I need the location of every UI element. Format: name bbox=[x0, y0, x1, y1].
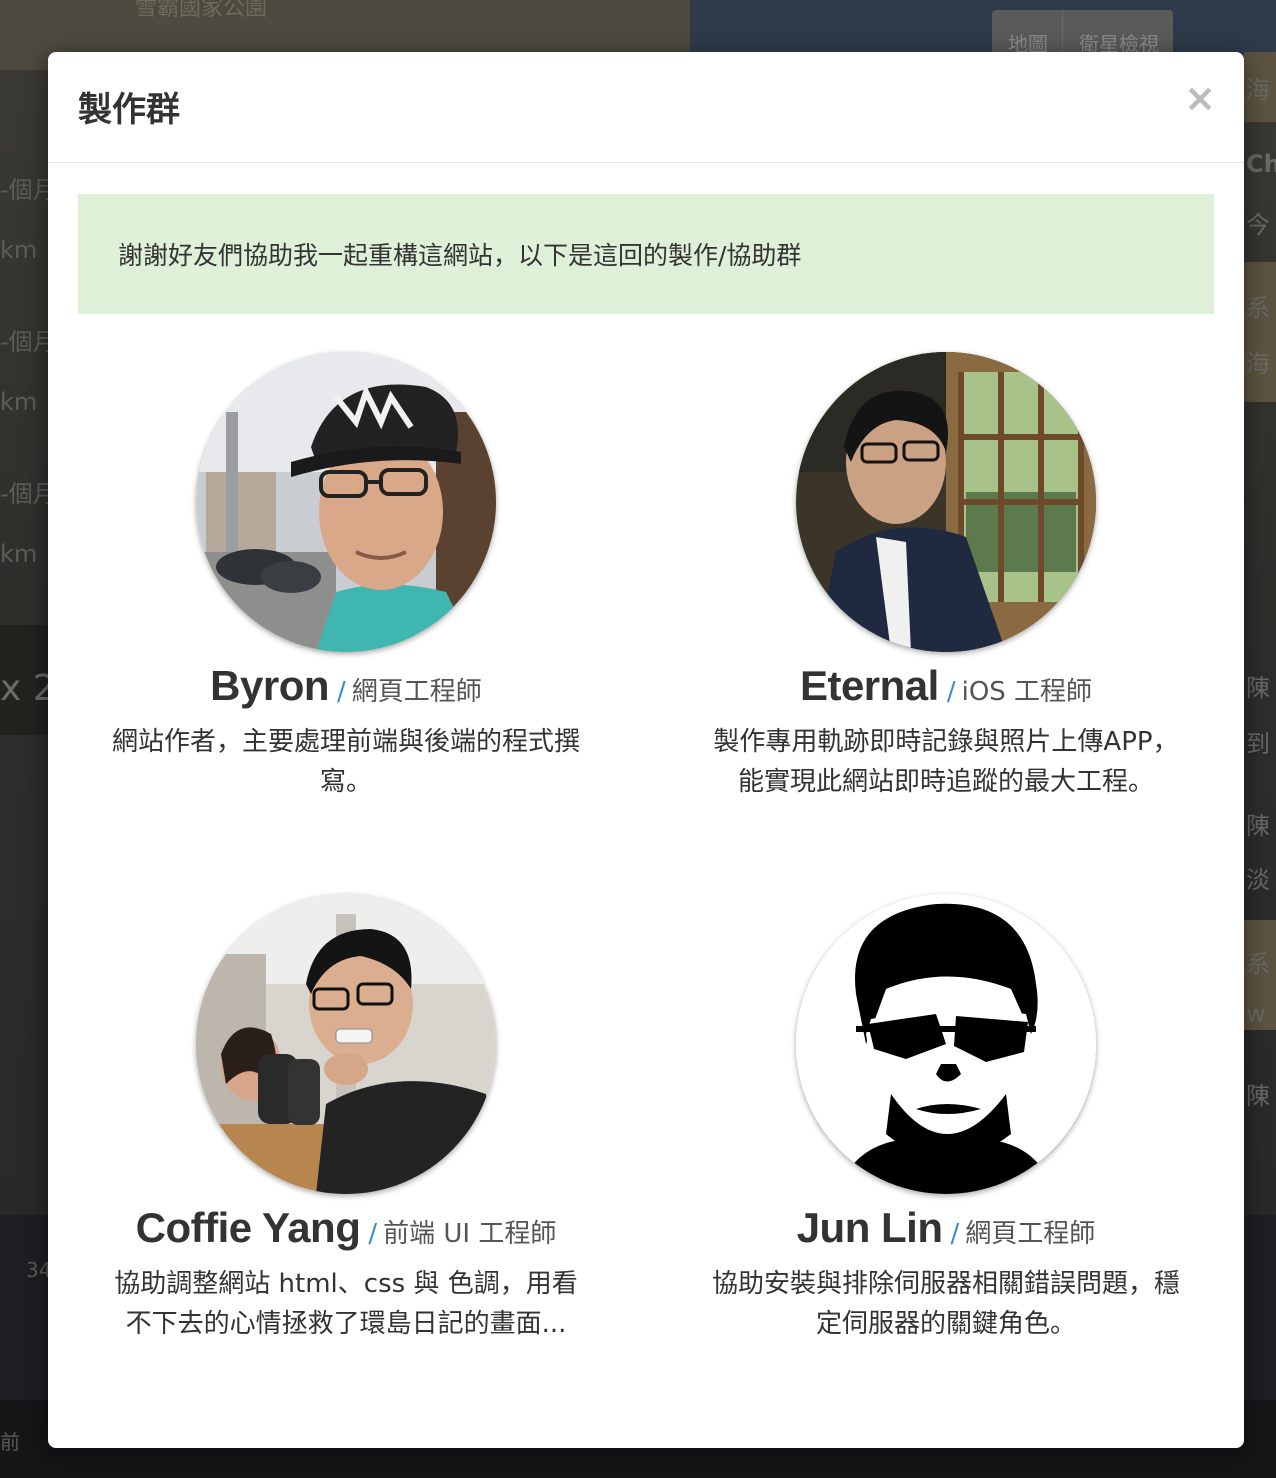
role-divider: / bbox=[946, 677, 956, 707]
bg-bottom-text: 前 bbox=[0, 1430, 20, 1454]
avatar-jun-lin-image bbox=[796, 894, 1096, 1194]
member-heading: Eternal / iOS 工程師 bbox=[676, 662, 1216, 712]
thanks-alert: 謝謝好友們協助我一起重構這網站，以下是這回的製作/協助群 bbox=[78, 194, 1214, 314]
member-name: Eternal bbox=[799, 662, 939, 709]
member-role-text: 網頁工程師 bbox=[351, 677, 482, 707]
avatar-eternal-image bbox=[796, 352, 1096, 652]
avatar-coffie-yang-image bbox=[196, 894, 496, 1194]
member-heading: Coffie Yang / 前端 UI 工程師 bbox=[76, 1204, 616, 1254]
member-description: 製作專用軌跡即時記錄與照片上傳APP，能實現此網站即時追蹤的最大工程。 bbox=[713, 727, 1179, 797]
credits-modal: 製作群 × 謝謝好友們協助我一起重構這網站，以下是這回的製作/協助群 Byron… bbox=[48, 52, 1244, 1448]
member-role-text: iOS 工程師 bbox=[961, 677, 1093, 707]
thanks-text: 謝謝好友們協助我一起重構這網站，以下是這回的製作/協助群 bbox=[118, 241, 802, 270]
member-role: / 網頁工程師 bbox=[951, 1213, 1096, 1250]
member-role: / 網頁工程師 bbox=[337, 671, 482, 708]
member-role-text: 前端 UI 工程師 bbox=[383, 1219, 557, 1249]
member-name: Jun Lin bbox=[796, 1204, 943, 1251]
member-heading: Byron / 網頁工程師 bbox=[76, 662, 616, 712]
member-card-coffie-yang: Coffie Yang / 前端 UI 工程師 協助調整網站 html、css 與… bbox=[76, 894, 616, 1344]
member-description: 網站作者，主要處理前端與後端的程式撰寫。 bbox=[111, 727, 580, 797]
bg-right-item: 到 bbox=[1246, 730, 1270, 758]
modal-title: 製作群 bbox=[78, 90, 180, 130]
avatar bbox=[196, 894, 496, 1194]
bg-right-item: 陳 bbox=[1246, 674, 1270, 702]
bg-right-item: 海 bbox=[1246, 76, 1270, 104]
bg-left-item: km bbox=[0, 236, 38, 264]
member-card-eternal: Eternal / iOS 工程師 製作專用軌跡即時記錄與照片上傳APP，能實現此… bbox=[676, 352, 1216, 802]
bg-right-item: 今 bbox=[1246, 211, 1270, 239]
avatar bbox=[796, 894, 1096, 1194]
member-role: / 前端 UI 工程師 bbox=[368, 1213, 556, 1250]
map-park-label: 雪霸國家公園 bbox=[135, 0, 268, 21]
bg-right-item: Ch bbox=[1246, 150, 1276, 178]
avatar bbox=[796, 352, 1096, 652]
member-card-byron: Byron / 網頁工程師 網站作者，主要處理前端與後端的程式撰寫。 bbox=[76, 352, 616, 802]
member-name: Coffie Yang bbox=[135, 1204, 361, 1251]
avatar-byron-image bbox=[196, 352, 496, 652]
role-divider: / bbox=[950, 1219, 960, 1249]
bg-left-item: km bbox=[0, 388, 38, 416]
bg-right-item: w bbox=[1246, 1000, 1266, 1028]
member-description: 協助安裝與排除伺服器相關錯誤問題，穩定伺服器的關鍵角色。 bbox=[711, 1269, 1180, 1339]
bg-right-item: 淡 bbox=[1246, 866, 1270, 894]
member-description: 協助調整網站 html、css 與 色調，用看不下去的心情拯救了環島日記的畫面.… bbox=[114, 1269, 578, 1339]
bg-right-block bbox=[1244, 262, 1276, 402]
bg-right-item: 系 bbox=[1246, 294, 1270, 322]
bg-right-item: 陳 bbox=[1246, 1082, 1270, 1110]
bg-right-item: 海 bbox=[1246, 350, 1270, 378]
member-role-text: 網頁工程師 bbox=[965, 1219, 1096, 1249]
member-role: / iOS 工程師 bbox=[947, 671, 1092, 708]
close-button[interactable]: × bbox=[1182, 79, 1218, 117]
member-heading: Jun Lin / 網頁工程師 bbox=[676, 1204, 1216, 1254]
role-divider: / bbox=[337, 677, 346, 707]
member-name: Byron bbox=[210, 662, 330, 709]
bg-right-item: 系 bbox=[1246, 950, 1270, 978]
role-divider: / bbox=[368, 1219, 378, 1249]
bg-left-item: km bbox=[0, 540, 38, 568]
bg-right-item: 陳 bbox=[1246, 812, 1270, 840]
modal-header: 製作群 × bbox=[48, 52, 1244, 163]
member-card-jun-lin: Jun Lin / 網頁工程師 協助安裝與排除伺服器相關錯誤問題，穩定伺服器的關鍵… bbox=[676, 894, 1216, 1344]
avatar bbox=[196, 352, 496, 652]
